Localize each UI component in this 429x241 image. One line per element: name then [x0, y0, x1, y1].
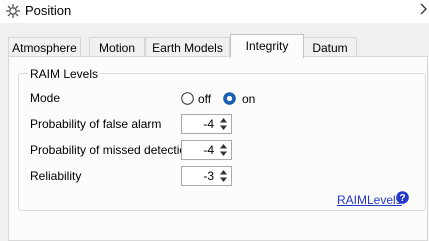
tab-atmosphere[interactable]: Atmosphere — [8, 37, 81, 58]
missed-detection-label: Probability of missed detection — [30, 143, 193, 157]
chevron-right-icon[interactable] — [416, 0, 429, 22]
raim-levels-help-link[interactable]: RAIMLevels — [337, 193, 402, 207]
missed-detection-value[interactable]: -4 — [182, 141, 215, 159]
mode-label: Mode — [30, 91, 61, 105]
false-alarm-up-icon[interactable] — [217, 116, 230, 124]
reliability-up-icon[interactable] — [217, 168, 230, 176]
missed-detection-up-icon[interactable] — [217, 142, 230, 150]
tab-datum[interactable]: Datum — [303, 37, 357, 58]
missed-detection-spinbox[interactable]: -4 — [181, 140, 232, 160]
reliability-label: Reliability — [30, 169, 82, 183]
reliability-down-icon[interactable] — [217, 176, 230, 184]
tab-bar: Atmosphere Motion Earth Models Integrity… — [8, 34, 429, 58]
reliability-spinbox[interactable]: -3 — [181, 166, 232, 186]
title-bar: Position — [0, 0, 429, 23]
gear-icon — [6, 4, 20, 18]
mode-on-label[interactable]: on — [242, 92, 255, 106]
tab-motion[interactable]: Motion — [89, 37, 145, 58]
reliability-value[interactable]: -3 — [182, 167, 215, 185]
mode-off-label[interactable]: off — [198, 92, 211, 106]
false-alarm-value[interactable]: -4 — [182, 115, 215, 133]
false-alarm-down-icon[interactable] — [217, 124, 230, 132]
tab-earth-models[interactable]: Earth Models — [145, 37, 230, 58]
mode-on-radio[interactable] — [223, 92, 236, 105]
tab-integrity[interactable]: Integrity — [230, 34, 304, 58]
window-title: Position — [25, 3, 72, 18]
false-alarm-label: Probability of false alarm — [30, 117, 162, 131]
help-icon[interactable]: ? — [396, 191, 409, 204]
mode-off-radio[interactable] — [181, 92, 194, 105]
group-title: RAIM Levels — [28, 67, 101, 81]
missed-detection-down-icon[interactable] — [217, 150, 230, 158]
false-alarm-spinbox[interactable]: -4 — [181, 114, 232, 134]
svg-text:?: ? — [399, 193, 405, 204]
